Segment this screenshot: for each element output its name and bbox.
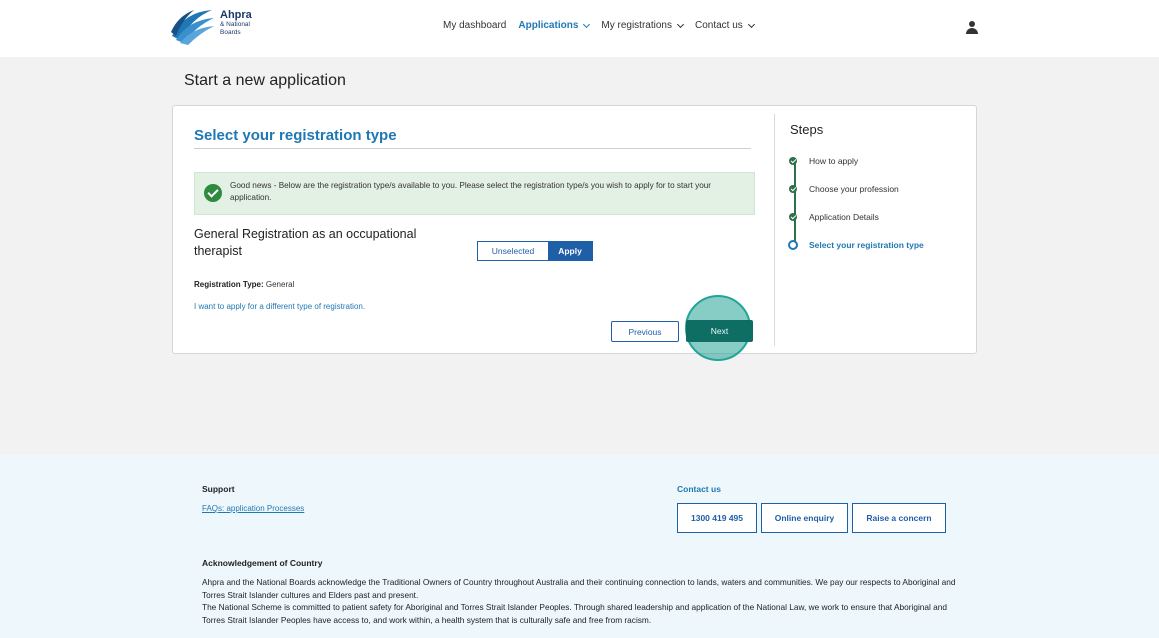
user-icon[interactable] xyxy=(966,21,978,35)
chevron-down-icon xyxy=(583,20,591,28)
chevron-down-icon xyxy=(747,20,755,28)
step-label: How to apply xyxy=(809,156,859,166)
nav-my-registrations-label: My registrations xyxy=(601,20,672,31)
steps-progress-line xyxy=(794,162,796,243)
registration-type: Registration Type: General xyxy=(194,280,294,289)
page-title: Start a new application xyxy=(184,72,346,89)
steps-divider xyxy=(774,114,775,346)
acknowledgement-text: Ahpra and the National Boards acknowledg… xyxy=(202,576,962,626)
application-card: Select your registration type Good news … xyxy=(172,105,977,361)
step-select-registration-type: Select your registration type xyxy=(787,240,924,250)
acknowledgement-heading: Acknowledgement of Country xyxy=(202,558,323,568)
success-alert: Good news - Below are the registration t… xyxy=(194,172,755,215)
nav-my-dashboard[interactable]: My dashboard xyxy=(443,20,506,31)
online-enquiry-button[interactable]: Online enquiry xyxy=(761,503,848,533)
logo-line-2: & National xyxy=(220,21,250,28)
registration-type-label: Registration Type: xyxy=(194,280,264,289)
contact-heading: Contact us xyxy=(677,484,721,494)
nav-contact-us[interactable]: Contact us xyxy=(694,20,755,31)
previous-button[interactable]: Previous xyxy=(611,321,679,342)
support-heading: Support xyxy=(202,484,235,494)
step-current-icon xyxy=(788,240,798,250)
acknowledgement-paragraph-2: The National Scheme is committed to pati… xyxy=(202,602,948,625)
step-complete-icon xyxy=(789,213,797,221)
logo-line-3: Boards xyxy=(220,28,241,36)
logo-title: Ahpra xyxy=(220,9,252,21)
top-header: Ahpra & National Boards My dashboard App… xyxy=(0,0,1159,57)
step-complete-icon xyxy=(789,185,797,193)
chevron-down-icon xyxy=(676,20,685,28)
registration-toggle: Unselected Apply xyxy=(477,241,593,261)
raise-concern-button[interactable]: Raise a concern xyxy=(852,503,946,533)
step-label: Application Details xyxy=(809,212,879,222)
phone-button[interactable]: 1300 419 495 xyxy=(677,503,757,533)
logo-text: Ahpra & National Boards xyxy=(220,10,252,36)
nav-my-dashboard-label: My dashboard xyxy=(443,20,507,31)
different-registration-link[interactable]: I want to apply for a different type of … xyxy=(194,302,365,311)
faq-link[interactable]: FAQs: application Processes xyxy=(202,504,304,513)
registration-title: General Registration as an occupational … xyxy=(194,227,417,258)
toggle-unselected[interactable]: Unselected xyxy=(478,242,548,260)
ahpra-logo-icon xyxy=(171,10,214,45)
section-title: Select your registration type xyxy=(194,127,397,144)
main-nav: My dashboard Applications My registratio… xyxy=(443,20,766,31)
nav-applications[interactable]: Applications xyxy=(518,20,591,31)
step-choose-profession: Choose your profession xyxy=(787,184,899,194)
step-complete-icon xyxy=(789,157,797,165)
nav-contact-us-label: Contact us xyxy=(694,20,743,31)
step-how-to-apply: How to apply xyxy=(787,156,858,166)
footer: Support FAQs: application Processes Cont… xyxy=(0,455,1159,638)
check-circle-icon xyxy=(204,184,222,202)
steps-title: Steps xyxy=(790,122,824,137)
registration-type-value: General xyxy=(265,280,295,289)
acknowledgement-paragraph-1: Ahpra and the National Boards acknowledg… xyxy=(202,577,956,600)
step-label: Choose your profession xyxy=(809,184,899,194)
ahpra-logo[interactable]: Ahpra & National Boards xyxy=(170,6,270,50)
next-button[interactable]: Next xyxy=(686,320,753,342)
alert-text: Good news - Below are the registration t… xyxy=(230,181,712,202)
divider xyxy=(194,148,751,149)
toggle-apply[interactable]: Apply xyxy=(548,242,592,260)
nav-applications-label: Applications xyxy=(518,20,579,31)
step-application-details: Application Details xyxy=(787,212,879,222)
nav-my-registrations[interactable]: My registrations xyxy=(601,20,685,31)
step-label: Select your registration type xyxy=(809,240,924,250)
